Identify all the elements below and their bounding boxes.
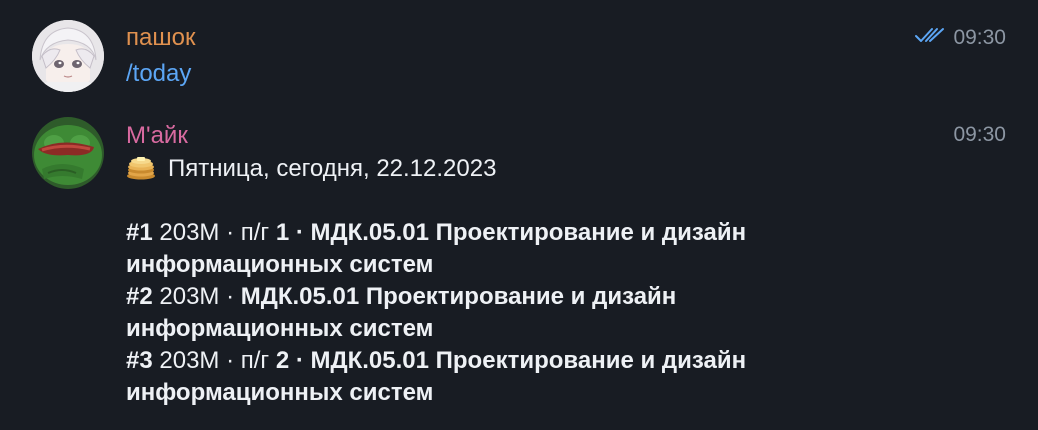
schedule-text: Пятница, сегодня, 22.12.2023 #1 203М · п…	[126, 153, 746, 409]
double-check-icon	[915, 27, 945, 50]
message-text: /today	[126, 58, 191, 90]
sender-name[interactable]: пашок	[126, 24, 195, 52]
command-link[interactable]: /today	[126, 60, 191, 87]
lesson-room: 203М ·	[152, 283, 241, 310]
lesson-title: МДК.05.01 Проектирование и дизайн	[240, 283, 677, 310]
avatar-mike[interactable]	[32, 117, 104, 189]
pancakes-emoji	[126, 154, 156, 189]
lesson-3-line-a: #3 203М · п/г 2 · МДК.05.01 Проектирован…	[126, 345, 746, 377]
schedule-date: Пятница, сегодня, 22.12.2023	[168, 155, 497, 182]
lesson-number: #1	[126, 219, 153, 246]
lesson-title: · МДК.05.01 Проектирование и дизайн	[289, 347, 747, 374]
lesson-3-line-b: информационных систем	[126, 379, 434, 406]
lesson-number: #2	[126, 283, 153, 310]
lesson-2-line-a: #2 203М · МДК.05.01 Проектирование и диз…	[126, 281, 746, 313]
avatar-pepe-image	[32, 117, 104, 189]
schedule-header: Пятница, сегодня, 22.12.2023	[126, 153, 746, 185]
lesson-room: 203М · п/г	[152, 347, 276, 374]
lesson-subgroup: 2	[275, 347, 290, 374]
lesson-1-line-b: информационных систем	[126, 251, 434, 278]
message-time: 09:30	[953, 123, 1006, 146]
lesson-1-line-a: #1 203М · п/г 1 · МДК.05.01 Проектирован…	[126, 217, 746, 249]
message-1[interactable]: пашок 09:30 /today	[0, 0, 1038, 110]
lesson-room: 203М · п/г	[152, 219, 276, 246]
lesson-2-line-b: информационных систем	[126, 315, 434, 342]
avatar-pashok[interactable]	[32, 20, 104, 92]
lesson-title: · МДК.05.01 Проектирование и дизайн	[289, 219, 747, 246]
message-meta: 09:30	[915, 26, 1006, 50]
lesson-subgroup: 1	[275, 219, 290, 246]
message-meta: 09:30	[953, 123, 1006, 147]
lesson-number: #3	[126, 347, 153, 374]
message-2[interactable]: М'айк 09:30 Пятница, сегодня, 22.12.2023…	[0, 110, 1038, 430]
sender-name[interactable]: М'айк	[126, 122, 188, 150]
message-time: 09:30	[953, 26, 1006, 49]
avatar-anime-image	[32, 20, 104, 92]
